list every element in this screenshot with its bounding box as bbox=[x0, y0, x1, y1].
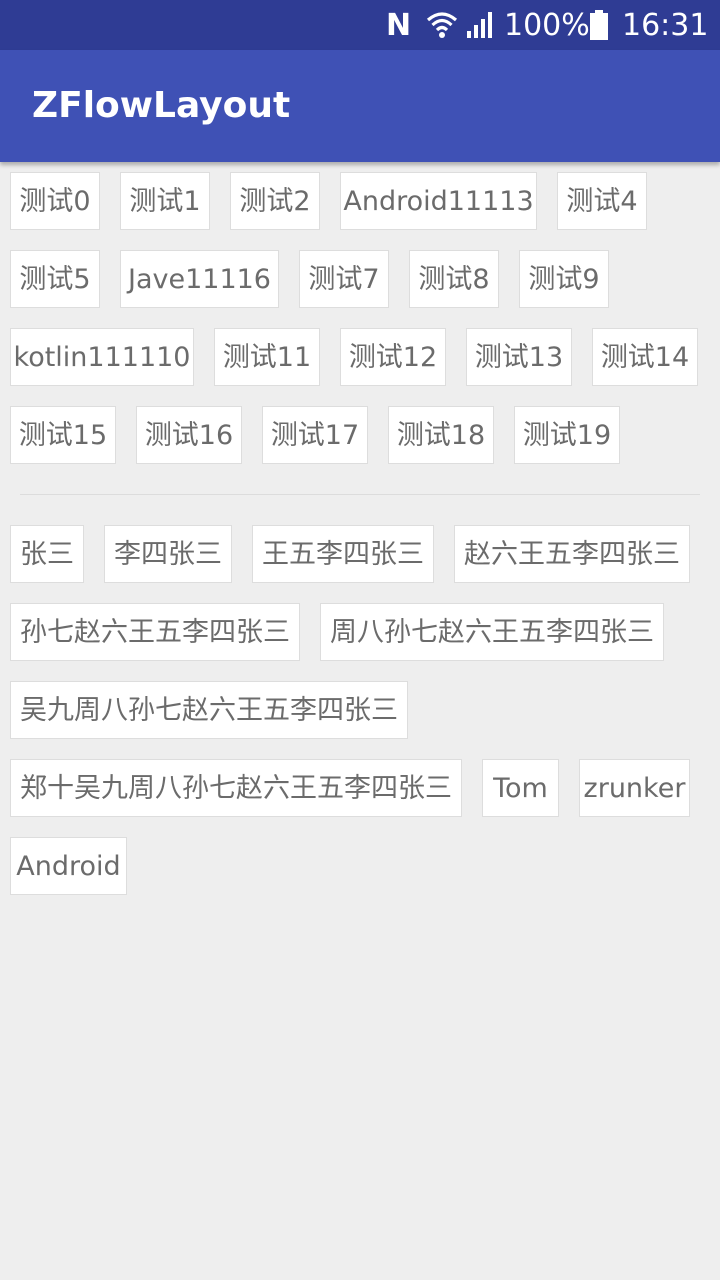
flow-tag[interactable]: 测试8 bbox=[409, 250, 499, 308]
signal-icon bbox=[466, 0, 494, 50]
app-title: ZFlowLayout bbox=[32, 85, 291, 126]
flow-tag[interactable]: 张三 bbox=[10, 525, 84, 583]
flow-tag[interactable]: 吴九周八孙七赵六王五李四张三 bbox=[10, 681, 408, 739]
flow-tag[interactable]: Android11113 bbox=[340, 172, 537, 230]
flow-tag[interactable]: 测试9 bbox=[519, 250, 609, 308]
flow-tag[interactable]: 测试0 bbox=[10, 172, 100, 230]
divider bbox=[20, 494, 700, 495]
nfc-icon: N bbox=[386, 7, 412, 43]
flow-tag[interactable]: Android bbox=[10, 837, 127, 895]
flow-tag[interactable]: 郑十吴九周八孙七赵六王五李四张三 bbox=[10, 759, 462, 817]
flow-tag[interactable]: 测试5 bbox=[10, 250, 100, 308]
clock: 16:31 bbox=[622, 7, 709, 43]
flow-tag[interactable]: zrunker bbox=[579, 759, 690, 817]
battery-icon bbox=[589, 0, 611, 50]
status-bar: N 100% 16:31 bbox=[0, 0, 720, 50]
flow-tag[interactable]: 测试18 bbox=[388, 406, 494, 464]
flow-tag[interactable]: 测试15 bbox=[10, 406, 116, 464]
flow-tag[interactable]: 赵六王五李四张三 bbox=[454, 525, 690, 583]
flow-tag[interactable]: 测试14 bbox=[592, 328, 698, 386]
flow-tag[interactable]: Jave11116 bbox=[120, 250, 279, 308]
flow-tag[interactable]: 测试2 bbox=[230, 172, 320, 230]
flow-tag[interactable]: kotlin111110 bbox=[10, 328, 194, 386]
flow-tag[interactable]: 王五李四张三 bbox=[252, 525, 434, 583]
flow-tag[interactable]: 测试1 bbox=[120, 172, 210, 230]
flow-tag[interactable]: 周八孙七赵六王五李四张三 bbox=[320, 603, 664, 661]
flow-tag[interactable]: 测试11 bbox=[214, 328, 320, 386]
flow-tag[interactable]: 测试13 bbox=[466, 328, 572, 386]
app-bar: ZFlowLayout bbox=[0, 50, 720, 162]
wifi-icon bbox=[426, 0, 460, 50]
flow-tag[interactable]: 测试12 bbox=[340, 328, 446, 386]
flow-tag[interactable]: 测试16 bbox=[136, 406, 242, 464]
flow-tag[interactable]: Tom bbox=[482, 759, 559, 817]
battery-percent: 100% bbox=[504, 7, 590, 43]
flow-tag[interactable]: 测试4 bbox=[557, 172, 647, 230]
flow-tag[interactable]: 李四张三 bbox=[104, 525, 232, 583]
flow-tag[interactable]: 测试19 bbox=[514, 406, 620, 464]
flow-tag[interactable]: 测试7 bbox=[299, 250, 389, 308]
flow-tag[interactable]: 孙七赵六王五李四张三 bbox=[10, 603, 300, 661]
flow-tag[interactable]: 测试17 bbox=[262, 406, 368, 464]
